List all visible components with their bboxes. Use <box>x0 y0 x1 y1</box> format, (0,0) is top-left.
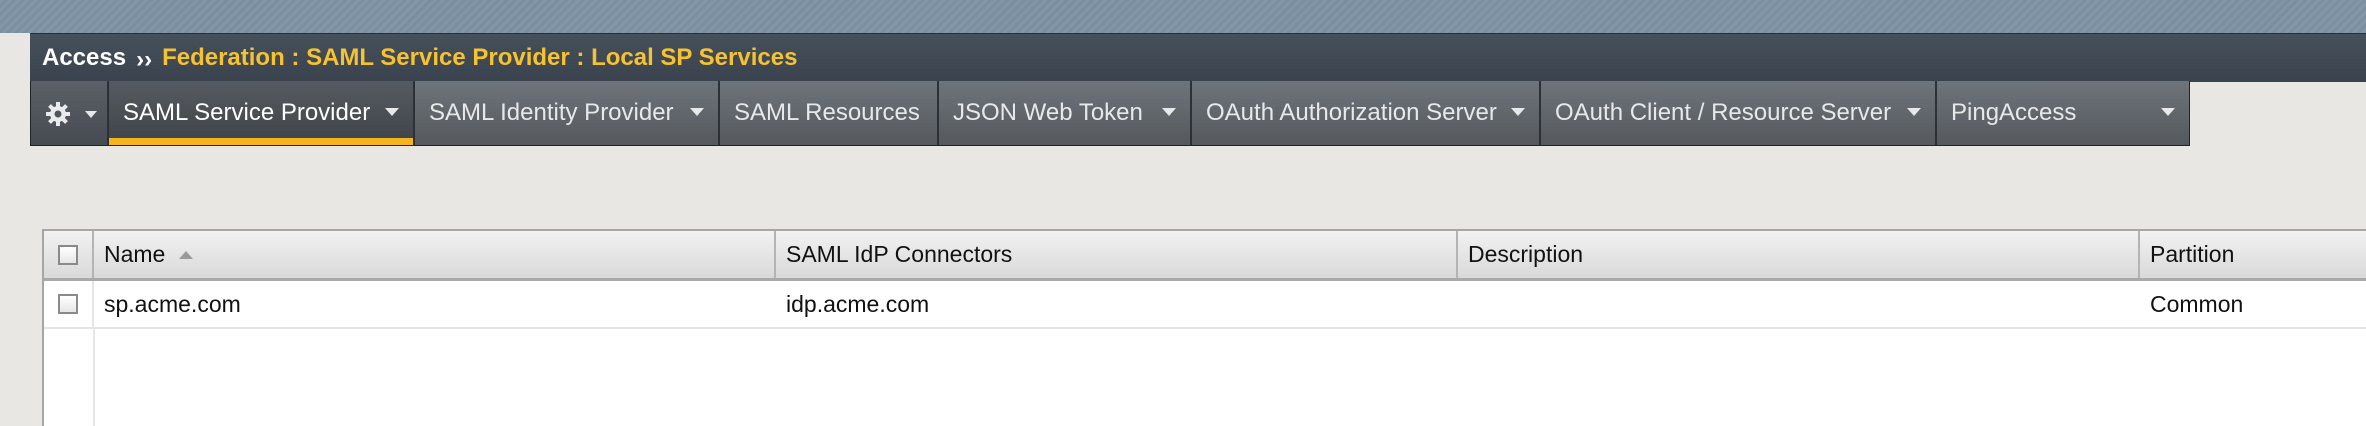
top-banner <box>0 0 2366 33</box>
tab-label: OAuth Client / Resource Server <box>1555 99 1892 126</box>
cell-partition: Common <box>2150 290 2244 317</box>
cell-saml-idp-connectors: idp.acme.com <box>786 290 930 317</box>
local-sp-services-table: Name SAML IdP Connectors Description Par… <box>42 229 2366 426</box>
table-row[interactable]: sp.acme.com idp.acme.com Common <box>44 281 2366 329</box>
tab-saml-resources[interactable]: SAML Resources <box>720 81 939 145</box>
column-header-partition[interactable]: Partition <box>2140 231 2366 278</box>
tab-oauth-authorization-server[interactable]: OAuth Authorization Server <box>1192 81 1541 145</box>
nav-tabs: SAML Service Provider SAML Identity Prov… <box>30 81 2190 146</box>
tab-saml-identity-provider[interactable]: SAML Identity Provider <box>415 81 720 145</box>
tab-label: SAML Service Provider <box>123 99 371 126</box>
column-label: Partition <box>2150 241 2235 267</box>
tab-oauth-client-resource-server[interactable]: OAuth Client / Resource Server <box>1541 81 1937 145</box>
chevron-down-icon[interactable] <box>1907 108 1921 116</box>
column-divider <box>93 327 95 426</box>
breadcrumb: Access ›› Federation : SAML Service Prov… <box>30 33 2366 82</box>
row-select-cell <box>44 281 94 327</box>
chevron-down-icon[interactable] <box>1511 108 1525 116</box>
row-checkbox[interactable] <box>58 294 78 314</box>
breadcrumb-root[interactable]: Access <box>42 44 126 72</box>
column-label: Description <box>1468 241 1584 267</box>
gear-icon <box>46 102 70 126</box>
tab-label: SAML Resources <box>734 99 920 126</box>
tab-label: JSON Web Token <box>953 99 1143 126</box>
tab-saml-service-provider[interactable]: SAML Service Provider <box>109 81 415 145</box>
table-header: Name SAML IdP Connectors Description Par… <box>44 231 2366 281</box>
cell-name[interactable]: sp.acme.com <box>94 281 776 327</box>
cell-description <box>1458 281 2140 327</box>
chevron-down-icon[interactable] <box>1162 108 1176 116</box>
breadcrumb-separator: ›› <box>136 46 153 73</box>
select-all-cell <box>44 231 94 278</box>
column-header-name[interactable]: Name <box>94 231 776 278</box>
column-label: SAML IdP Connectors <box>786 241 1013 267</box>
tab-label: PingAccess <box>1951 99 2077 126</box>
breadcrumb-path: Federation : SAML Service Provider : Loc… <box>162 44 798 71</box>
tab-json-web-token[interactable]: JSON Web Token <box>939 81 1192 145</box>
chevron-down-icon <box>85 111 97 118</box>
tab-label: OAuth Authorization Server <box>1206 99 1497 126</box>
sort-ascending-icon <box>179 250 194 259</box>
tab-pingaccess[interactable]: PingAccess <box>1937 81 2189 145</box>
chevron-down-icon[interactable] <box>385 108 399 116</box>
select-all-checkbox[interactable] <box>58 244 78 265</box>
column-header-saml-idp-connectors[interactable]: SAML IdP Connectors <box>776 231 1458 278</box>
tab-label: SAML Identity Provider <box>429 99 674 126</box>
chevron-down-icon[interactable] <box>2161 108 2175 116</box>
chevron-down-icon[interactable] <box>690 108 704 116</box>
settings-menu-button[interactable] <box>31 81 109 145</box>
column-header-description[interactable]: Description <box>1458 231 2140 278</box>
column-label: Name <box>104 241 166 267</box>
